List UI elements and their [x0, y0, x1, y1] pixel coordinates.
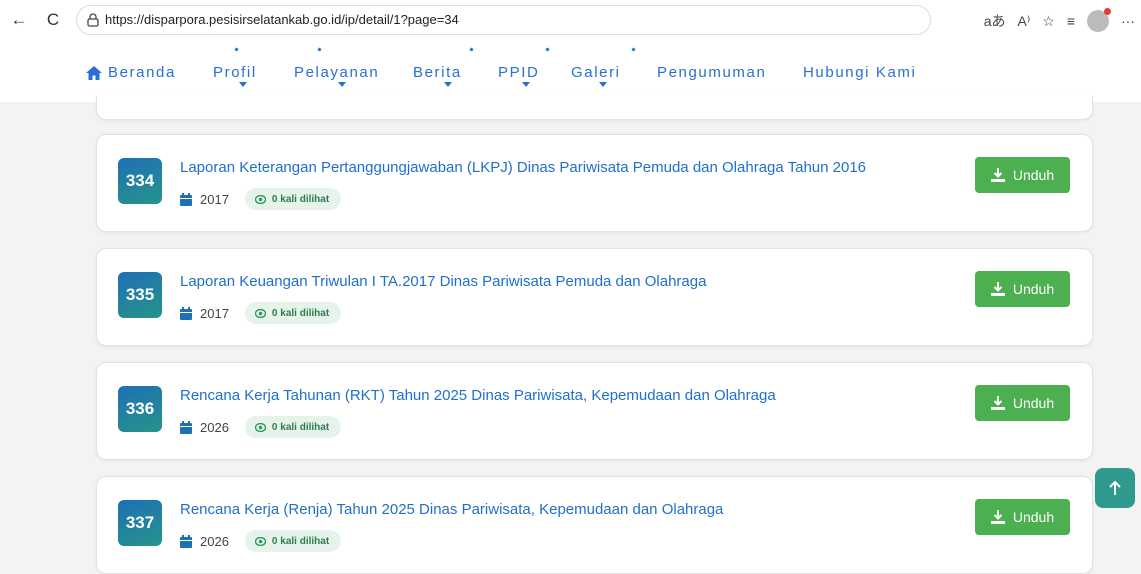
download-label: Unduh	[1012, 281, 1055, 297]
download-label: Unduh	[1012, 395, 1055, 411]
download-label: Unduh	[1012, 167, 1055, 183]
more-menu-icon[interactable]: ···	[1121, 13, 1135, 29]
download-button[interactable]: Unduh	[975, 157, 1070, 193]
calendar-icon	[180, 534, 192, 548]
eye-icon	[254, 536, 266, 546]
profile-avatar[interactable]	[1087, 8, 1111, 32]
document-card: 335 Laporan Keuangan Triwulan I TA.2017 …	[96, 248, 1093, 346]
chevron-down-icon	[239, 82, 247, 87]
download-button[interactable]: Unduh	[975, 499, 1070, 535]
download-icon	[990, 396, 1005, 410]
document-card: 337 Rencana Kerja (Renja) Tahun 2025 Din…	[96, 476, 1093, 574]
document-year: 2017	[200, 305, 229, 321]
calendar-icon	[180, 420, 192, 434]
nav-berita[interactable]: Berita	[413, 64, 462, 81]
document-year: 2026	[200, 419, 229, 435]
eye-icon	[254, 308, 266, 318]
views-badge: 0 kali dilihat	[244, 416, 342, 438]
document-title-link[interactable]: Laporan Keuangan Triwulan I TA.2017 Dina…	[180, 273, 706, 290]
nav-profil[interactable]: Profil	[213, 64, 257, 81]
document-title-link[interactable]: Rencana Kerja (Renja) Tahun 2025 Dinas P…	[180, 501, 723, 518]
document-year: 2026	[200, 533, 229, 549]
url-text: https://disparpora.pesisirselatankab.go.…	[105, 12, 459, 27]
lock-icon	[87, 13, 99, 27]
document-number-badge: 334	[118, 158, 162, 204]
chevron-down-icon	[444, 82, 452, 87]
views-badge: 0 kali dilihat	[244, 188, 342, 210]
arrow-up-icon	[1109, 480, 1121, 495]
document-number-badge: 335	[118, 272, 162, 318]
views-badge: 0 kali dilihat	[244, 530, 342, 552]
chevron-down-icon	[599, 82, 607, 87]
views-count: 0 kali dilihat	[271, 193, 330, 205]
eye-icon	[254, 422, 266, 432]
nav-galeri[interactable]: Galeri	[571, 64, 621, 81]
download-icon	[990, 168, 1005, 182]
eye-icon	[254, 194, 266, 204]
document-card: 336 Rencana Kerja Tahunan (RKT) Tahun 20…	[96, 362, 1093, 460]
download-button[interactable]: Unduh	[975, 385, 1070, 421]
translate-icon[interactable]: aあ	[984, 11, 1006, 31]
home-icon	[86, 66, 102, 80]
site-navbar: Beranda Profil Pelayanan Berita PPID Gal…	[0, 42, 1141, 102]
favorites-list-icon[interactable]: ≡	[1067, 13, 1075, 29]
back-to-top-button[interactable]	[1095, 468, 1135, 508]
refresh-icon[interactable]: C	[40, 7, 66, 33]
download-label: Unduh	[1012, 509, 1055, 525]
browser-toolbar: ← C https://disparpora.pesisirselatankab…	[0, 0, 1141, 42]
calendar-icon	[180, 192, 192, 206]
read-aloud-icon[interactable]: A⁾	[1017, 13, 1030, 30]
document-card: 334 Laporan Keterangan Pertanggungjawaba…	[96, 134, 1093, 232]
document-title-link[interactable]: Rencana Kerja Tahunan (RKT) Tahun 2025 D…	[180, 387, 776, 404]
nav-pengumuman[interactable]: Pengumuman	[657, 64, 766, 81]
download-icon	[990, 282, 1005, 296]
document-number-badge: 337	[118, 500, 162, 546]
document-title-link[interactable]: Laporan Keterangan Pertanggungjawaban (L…	[180, 159, 866, 176]
views-count: 0 kali dilihat	[271, 421, 330, 433]
document-year: 2017	[200, 191, 229, 207]
nav-ppid[interactable]: PPID	[498, 64, 539, 81]
calendar-icon	[180, 306, 192, 320]
nav-hubungi-kami[interactable]: Hubungi Kami	[803, 64, 916, 81]
download-button[interactable]: Unduh	[975, 271, 1070, 307]
nav-beranda[interactable]: Beranda	[108, 64, 176, 81]
document-number-badge: 336	[118, 386, 162, 432]
document-list: 334 Laporan Keterangan Pertanggungjawaba…	[0, 96, 1141, 574]
chevron-down-icon	[338, 82, 346, 87]
chevron-down-icon	[522, 82, 530, 87]
previous-card	[96, 96, 1093, 120]
back-arrow-icon[interactable]: ←	[6, 7, 32, 33]
views-count: 0 kali dilihat	[271, 307, 330, 319]
favorite-star-icon[interactable]: ☆	[1042, 13, 1055, 30]
download-icon	[990, 510, 1005, 524]
nav-pelayanan[interactable]: Pelayanan	[294, 64, 379, 81]
address-bar[interactable]: https://disparpora.pesisirselatankab.go.…	[76, 5, 931, 35]
views-count: 0 kali dilihat	[271, 535, 330, 547]
views-badge: 0 kali dilihat	[244, 302, 342, 324]
